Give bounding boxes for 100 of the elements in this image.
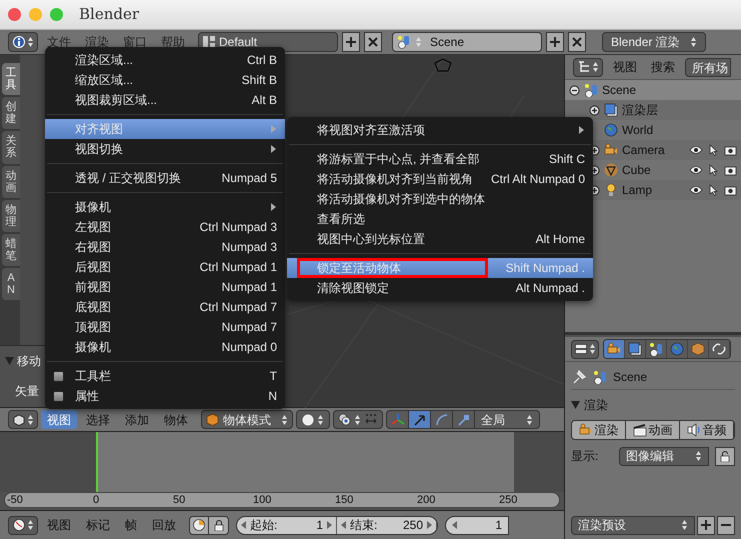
scene-selector[interactable]: Scene (392, 32, 542, 52)
menu-item[interactable]: 渲染区域... Ctrl B (45, 50, 285, 70)
tool-tab[interactable]: 动画 (2, 166, 20, 198)
menu-item[interactable]: 将视图对齐至激活项 (287, 120, 593, 140)
pin-icon[interactable] (571, 368, 587, 384)
close-button[interactable] (364, 32, 382, 52)
expand-icon[interactable] (589, 104, 600, 116)
render-engine-dropdown[interactable]: Blender 渲染 (602, 32, 706, 52)
menu-item[interactable]: 后视图 Ctrl Numpad 1 (45, 257, 285, 277)
close-icon[interactable] (8, 8, 21, 21)
menu-item[interactable]: 摄像机 (45, 197, 285, 217)
start-frame-field[interactable]: 起始: 1 (237, 516, 337, 534)
properties-tab[interactable] (604, 340, 625, 358)
menu-item[interactable]: 缩放区域... Shift B (45, 70, 285, 90)
checkbox[interactable] (53, 370, 64, 382)
tree-item-label[interactable]: World (622, 121, 684, 139)
filter-dropdown[interactable]: 所有场 (685, 58, 731, 76)
add-button[interactable] (342, 32, 360, 52)
manipulator-button[interactable] (409, 411, 431, 428)
menu-label: 后视图 (75, 259, 111, 276)
menu-item[interactable]: 右视图 Numpad 3 (45, 237, 285, 257)
axes-icon (390, 412, 404, 426)
menu-item[interactable]: 渲染 (80, 33, 114, 51)
shortcut-label: Alt B (252, 92, 277, 109)
cursor-icon[interactable] (709, 144, 718, 156)
menu-item[interactable]: 透视 / 正交视图切换 Numpad 5 (45, 168, 285, 188)
properties-tab[interactable] (709, 340, 730, 358)
panel-header[interactable]: 渲染 (571, 396, 735, 414)
menu-item[interactable]: 视图切换 (45, 139, 285, 159)
menu-item[interactable]: 查看所选 (287, 209, 593, 229)
menu-label: 锁定至活动物体 (317, 260, 401, 277)
menu-item[interactable]: 视图 (609, 58, 641, 76)
menu-item[interactable]: 属性 N (45, 386, 285, 406)
menu-item[interactable]: 底视图 Ctrl Numpad 7 (45, 297, 285, 317)
tool-tab[interactable]: AN (2, 268, 20, 300)
menu-item[interactable]: 标记 (80, 516, 116, 534)
collapse-triangle-icon (5, 357, 14, 365)
menu-item[interactable]: 前视图 Numpad 1 (45, 277, 285, 297)
add-button[interactable] (546, 32, 564, 52)
editor-type-button[interactable] (8, 410, 38, 429)
menu-item[interactable]: 清除视图锁定 Alt Numpad . (287, 278, 593, 298)
close-button[interactable] (568, 32, 586, 52)
lock-button[interactable] (715, 446, 735, 466)
display-mode-button[interactable] (573, 58, 603, 76)
shortcut-label: Alt Numpad . (516, 280, 585, 297)
pivot-dropdown[interactable] (333, 410, 383, 429)
menu-item[interactable]: 视图 (41, 410, 77, 429)
eye-icon[interactable] (689, 165, 703, 175)
orientation-dropdown[interactable]: 全局 (475, 411, 539, 428)
menu-item[interactable]: 将活动摄像机对齐到选中的物体 (287, 189, 593, 209)
eye-icon[interactable] (689, 145, 703, 155)
menu-item[interactable]: 帧 (119, 516, 143, 534)
tool-tab[interactable]: 物理 (2, 200, 20, 232)
add-button[interactable] (697, 516, 715, 534)
menu-item[interactable]: 将游标置于中心点, 并查看全部 Shift C (287, 149, 593, 169)
camera-icon[interactable] (724, 164, 737, 176)
render-button[interactable]: 渲染 (572, 421, 626, 439)
menu-item[interactable]: 文件 (42, 33, 76, 51)
menu-item[interactable]: 左视图 Ctrl Numpad 3 (45, 217, 285, 237)
menu-item[interactable]: 顶视图 Numpad 7 (45, 317, 285, 337)
eye-icon[interactable] (689, 185, 703, 195)
menu-item[interactable]: 视图 (41, 516, 77, 534)
tool-tab[interactable]: 创建 (2, 97, 20, 130)
end-frame-field[interactable]: 结束: 250 (337, 516, 437, 534)
editor-type-button[interactable] (8, 516, 38, 534)
shading-dropdown[interactable] (296, 410, 330, 429)
checkbox[interactable] (53, 390, 64, 402)
updown-arrows-icon (690, 36, 697, 48)
cursor-icon[interactable] (709, 184, 718, 196)
menu-item[interactable]: 选择 (80, 410, 116, 429)
keyframe-button[interactable] (190, 516, 209, 534)
editor-type-button[interactable] (8, 32, 38, 52)
menu-item[interactable]: 将活动摄像机对齐到当前视角 Ctrl Alt Numpad 0 (287, 169, 593, 189)
render-button[interactable]: 音频 (680, 421, 734, 439)
properties-tab[interactable] (646, 340, 667, 358)
collapse-icon[interactable] (569, 84, 580, 96)
properties-tab[interactable] (625, 340, 646, 358)
menu-item[interactable]: 窗口 (118, 33, 152, 51)
display-dropdown[interactable]: 图像编辑 (619, 446, 709, 466)
menu-item[interactable]: 回放 (146, 516, 182, 534)
menu-item[interactable]: 帮助 (156, 33, 190, 51)
tool-tab[interactable]: 工具 (2, 63, 20, 96)
menu-item[interactable]: 视图中心到光标位置 Alt Home (287, 229, 593, 249)
preset-dropdown[interactable]: 渲染预设 (571, 516, 695, 534)
menu-item[interactable]: 添加 (119, 410, 155, 429)
tree-item-label[interactable]: Cube (622, 161, 684, 179)
menu-item[interactable]: 视图裁剪区域... Alt B (45, 90, 285, 110)
tool-tab[interactable]: 关系 (2, 131, 20, 164)
tool-tab[interactable]: 蜡笔 (2, 234, 20, 266)
current-frame-field[interactable]: 1 (445, 516, 509, 534)
menu-item[interactable]: 物体 (158, 410, 194, 429)
render-button[interactable]: 动画 (626, 421, 680, 439)
editor-type-button[interactable] (571, 340, 599, 358)
remove-button[interactable] (717, 516, 735, 534)
camera-icon[interactable] (724, 184, 737, 196)
cursor-icon[interactable] (709, 164, 718, 176)
shortcut-label: Shift C (548, 151, 585, 168)
menu-item[interactable]: 搜索 (647, 58, 679, 76)
mode-dropdown[interactable]: 物体模式 (201, 410, 293, 429)
camera-icon[interactable] (724, 144, 737, 156)
